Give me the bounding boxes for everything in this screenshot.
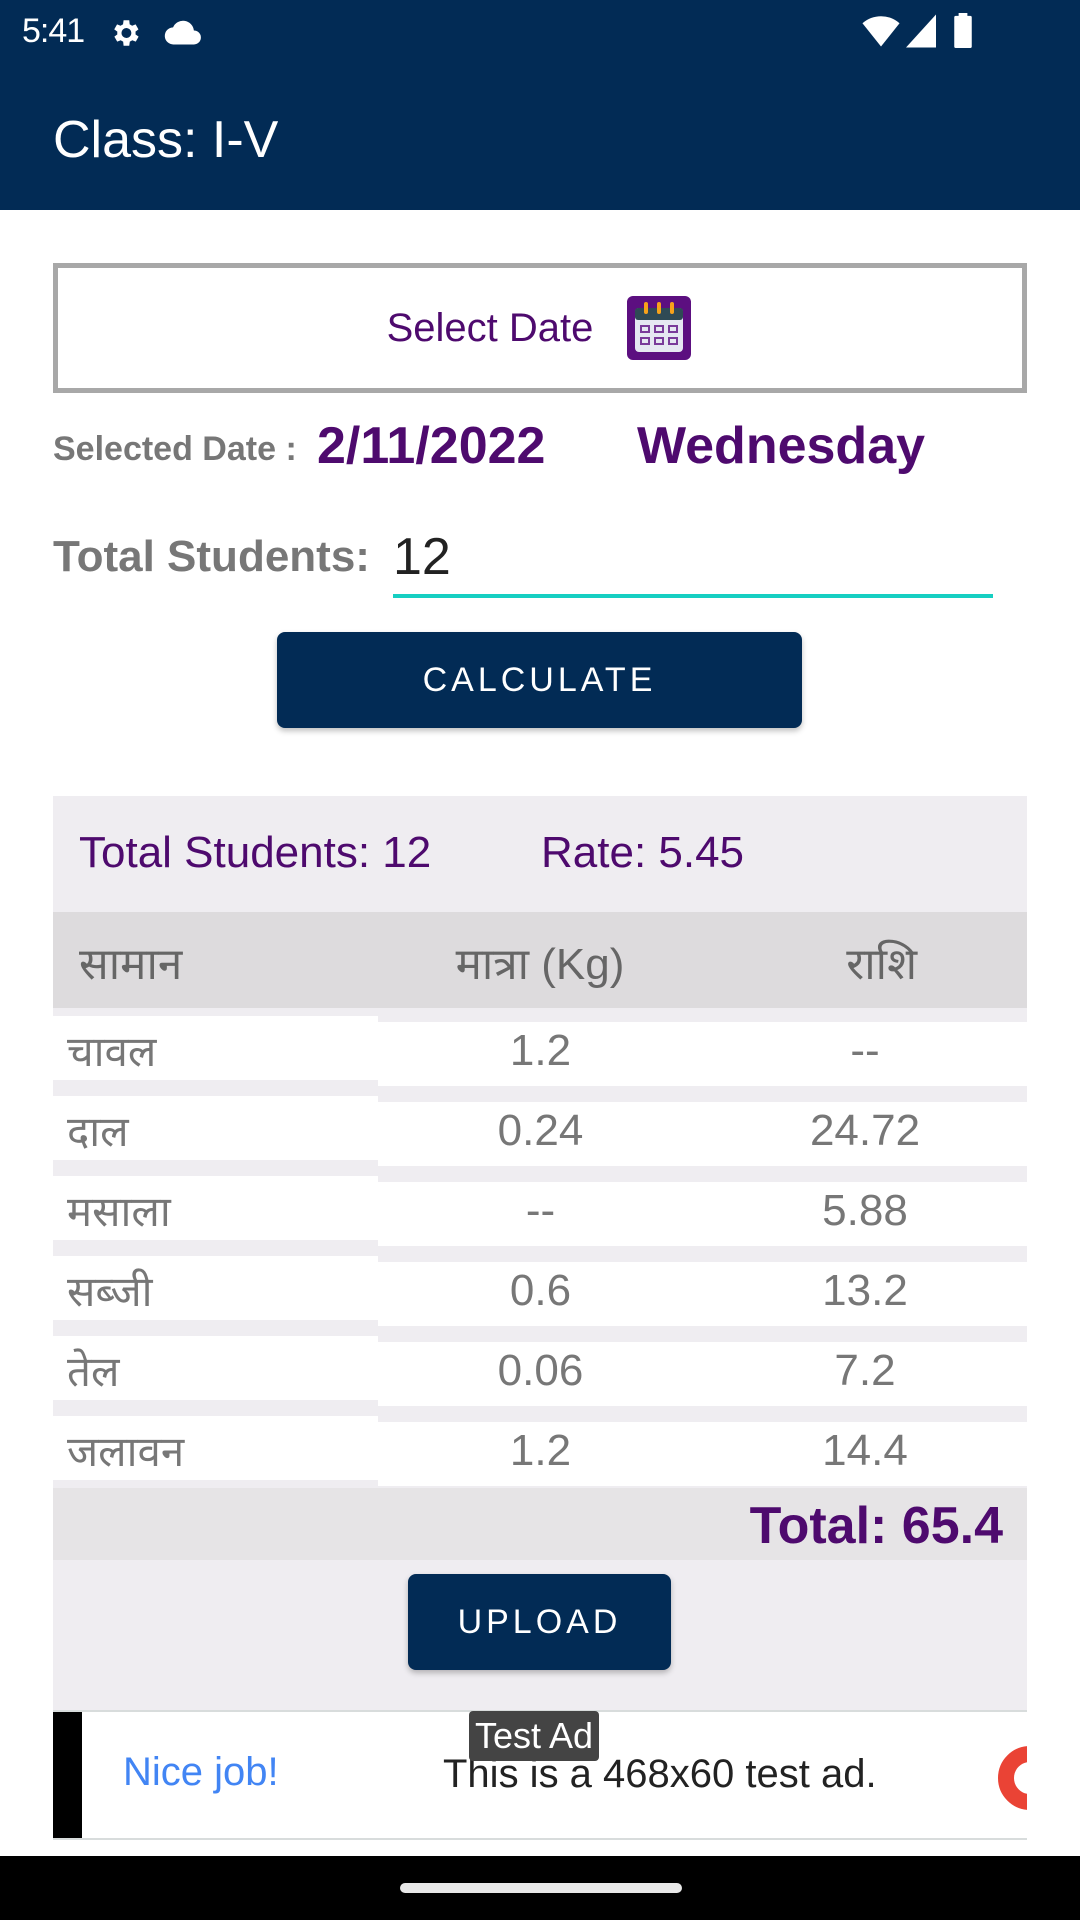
row-quantity: 1.2 [509, 1026, 572, 1075]
row-item: चावल [67, 1028, 157, 1075]
total-students-label: Total Students: [53, 532, 370, 581]
table-row: सब्जी 0.6 13.2 [53, 1256, 1027, 1326]
row-quantity: -- [525, 1186, 556, 1235]
table-row: जलावन 1.2 14.4 [53, 1416, 1027, 1486]
grand-total: Total: 65.4 [749, 1497, 1003, 1555]
calculate-button[interactable]: CALCULATE [277, 632, 802, 728]
row-amount: 13.2 [822, 1266, 908, 1315]
row-amount: 5.88 [822, 1186, 908, 1235]
row-item: जलावन [67, 1428, 185, 1475]
ad-logo-icon [998, 1746, 1027, 1810]
row-quantity: 1.2 [509, 1426, 572, 1475]
status-bar: 5:41 [0, 0, 1080, 62]
row-quantity: 0.6 [509, 1266, 572, 1315]
result-total-students: Total Students: 12 [79, 828, 432, 877]
table-row: दाल 0.24 24.72 [53, 1096, 1027, 1166]
select-date-label: Select Date [386, 305, 594, 350]
row-amount: -- [850, 1026, 880, 1075]
total-students-row: Total Students: [53, 520, 1033, 600]
wifi-icon [862, 16, 900, 47]
row-amount: 14.4 [822, 1426, 908, 1475]
row-amount: 24.72 [809, 1106, 921, 1155]
cloud-icon [164, 20, 201, 45]
result-panel: Total Students: 12 Rate: 5.45 सामान मात्… [53, 796, 1027, 1710]
table-row: चावल 1.2 -- [53, 1016, 1027, 1086]
signal-icon [906, 14, 936, 48]
ad-left-strip [53, 1712, 82, 1838]
row-item: सब्जी [67, 1268, 153, 1315]
column-header-amount: राशि [846, 940, 917, 989]
battery-icon [954, 13, 972, 48]
table-row: मसाला -- 5.88 [53, 1176, 1027, 1246]
selected-date-row: Selected Date : 2/11/2022 Wednesday [53, 410, 1033, 480]
ad-headline[interactable]: Nice job! [123, 1750, 279, 1795]
row-item: दाल [67, 1108, 129, 1155]
row-item: मसाला [67, 1188, 171, 1235]
app-bar: Class: I-V [0, 62, 1080, 210]
page-title: Class: I-V [53, 111, 279, 169]
selected-date-value: 2/11/2022 [317, 417, 546, 475]
row-item: तेल [67, 1348, 120, 1395]
selected-weekday: Wednesday [637, 417, 926, 475]
table-row: तेल 0.06 7.2 [53, 1336, 1027, 1406]
gear-icon [114, 20, 139, 46]
home-gesture-handle[interactable] [400, 1883, 682, 1893]
selected-date-label: Selected Date : [53, 430, 297, 468]
upload-button[interactable]: UPLOAD [408, 1574, 671, 1670]
result-rate: Rate: 5.45 [541, 828, 745, 877]
total-bar: Total: 65.4 [53, 1488, 1027, 1560]
row-quantity: 0.06 [497, 1346, 584, 1395]
select-date-button[interactable]: Select Date [53, 263, 1027, 393]
row-quantity: 0.24 [497, 1106, 584, 1155]
total-students-input[interactable] [393, 520, 993, 598]
calendar-icon [627, 296, 692, 360]
navigation-bar [0, 1856, 1080, 1920]
row-amount: 7.2 [834, 1346, 896, 1395]
table-header: सामान मात्रा (Kg) राशि [53, 912, 1027, 1008]
status-time: 5:41 [22, 12, 85, 50]
test-ad-badge: Test Ad [469, 1711, 600, 1761]
